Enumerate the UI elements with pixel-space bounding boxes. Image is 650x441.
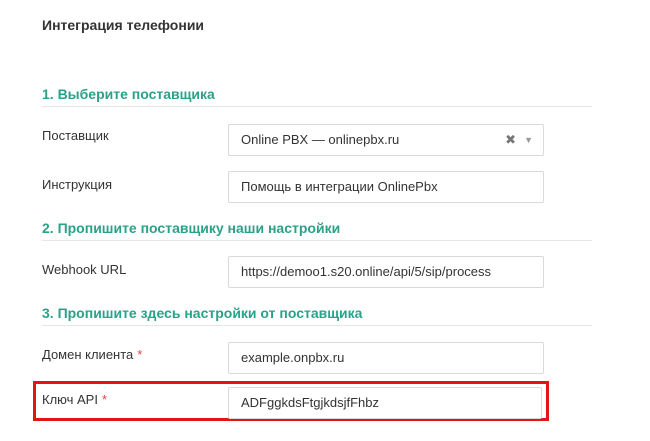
provider-select[interactable]: Online PBX — onlinepbx.ru ✖ ▼ <box>228 124 544 156</box>
instruction-link[interactable]: Помощь в интеграции OnlinePbx <box>228 171 544 203</box>
section-header-provider: 1. Выберите поставщика <box>42 86 592 107</box>
api-key-label-text: Ключ API <box>42 392 98 407</box>
instruction-label: Инструкция <box>42 177 112 192</box>
domain-label: Домен клиента * <box>42 347 142 363</box>
section-header-our-settings: 2. Пропишите поставщику наши настройки <box>42 220 592 241</box>
required-mark: * <box>101 392 108 407</box>
provider-label: Поставщик <box>42 128 109 143</box>
api-key-label: Ключ API * <box>42 392 107 408</box>
clear-icon[interactable]: ✖ <box>505 125 516 155</box>
provider-select-value: Online PBX — onlinepbx.ru <box>241 132 400 147</box>
chevron-down-icon[interactable]: ▼ <box>524 125 533 155</box>
api-key-input[interactable]: ADFggkdsFtgjkdsjfFhbz <box>228 387 542 419</box>
webhook-label: Webhook URL <box>42 262 127 277</box>
domain-input[interactable]: example.onpbx.ru <box>228 342 544 374</box>
required-mark: * <box>137 347 143 362</box>
telephony-integration-page: Интеграция телефонии 1. Выберите поставщ… <box>0 0 650 441</box>
section-header-provider-settings: 3. Пропишите здесь настройки от поставщи… <box>42 305 592 326</box>
webhook-url-field[interactable]: https://demoo1.s20.online/api/5/sip/proc… <box>228 256 544 288</box>
page-title: Интеграция телефонии <box>42 17 205 33</box>
domain-label-text: Домен клиента <box>42 347 134 362</box>
